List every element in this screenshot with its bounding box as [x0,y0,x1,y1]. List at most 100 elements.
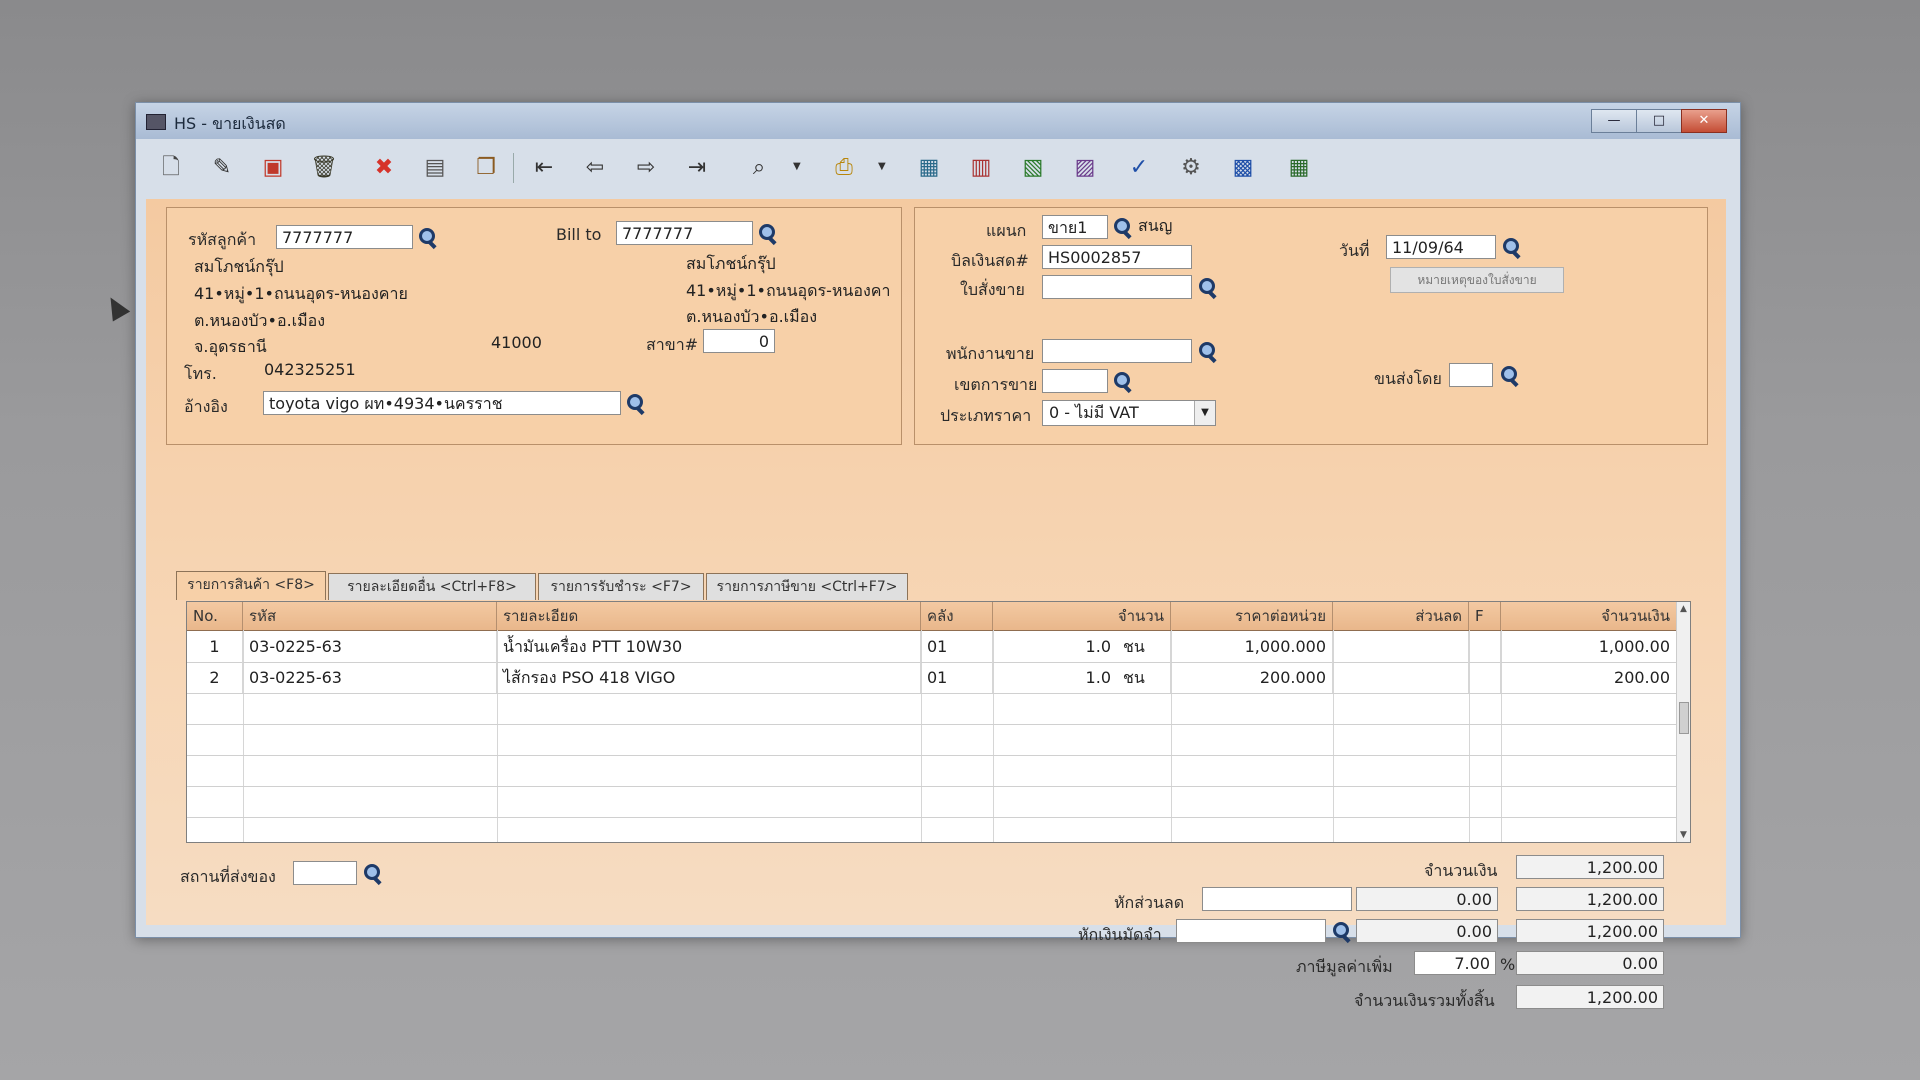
ok-document-icon[interactable]: ▩ [1225,151,1261,185]
table-row[interactable] [187,786,1677,818]
ship-place-search-icon[interactable] [361,862,383,884]
calculator-icon[interactable]: ▦ [1281,151,1317,185]
vat-percent-sign: % [1500,955,1516,974]
tab-payments[interactable]: รายการรับชำระ <F7> [538,573,704,600]
col-code[interactable]: รหัส [243,602,497,630]
cash-bill-label: บิลเงินสด# [951,251,1029,270]
date-input[interactable]: 11/09/64 [1386,235,1496,259]
branch-input[interactable]: 0 [703,329,775,353]
delete-bin-icon[interactable]: 🗑 [306,151,342,185]
print-icon[interactable]: ⎙ [826,151,862,185]
chevron-down-icon[interactable]: ▼ [1194,401,1215,425]
col-no[interactable]: No. [187,602,243,630]
amount-label: จำนวนเงิน [1424,861,1498,880]
department-name: สนญ [1138,216,1173,235]
form-icon[interactable]: ▥ [963,151,999,185]
sales-area-search-icon[interactable] [1111,370,1133,392]
sales-order-label: ใบสั่งขาย [960,280,1025,299]
reference-label: อ้างอิง [184,397,228,416]
reference-search-icon[interactable] [624,392,646,414]
vertical-scrollbar[interactable]: ▲ ▼ [1676,602,1690,842]
find-dropdown-arrow-icon[interactable]: ▼ [793,161,801,172]
next-record-icon[interactable]: ⇨ [628,151,664,185]
tools-icon[interactable]: ⚙ [1173,151,1209,185]
customer-province: จ.อุดรธานี [194,337,267,356]
tab-items[interactable]: รายการสินค้า <F8> [176,571,326,600]
table-row[interactable]: 2 03-0225-63 ไส้กรอง PSO 418 VIGO 01 1.0… [187,662,1677,694]
close-button[interactable]: ✕ [1681,109,1727,133]
bill-to-label: Bill to [556,225,602,244]
department-input[interactable]: ขาย1 [1042,215,1108,239]
scroll-up-icon[interactable]: ▲ [1677,604,1690,614]
salesman-search-icon[interactable] [1196,340,1218,362]
salesman-input[interactable] [1042,339,1192,363]
print-dropdown-arrow-icon[interactable]: ▼ [878,161,886,172]
copy-icon[interactable]: ❐ [468,151,504,185]
row-code: 03-0225-63 [243,631,497,662]
void-icon[interactable]: ▣ [255,151,291,185]
scroll-thumb[interactable] [1679,702,1689,734]
sign-icon[interactable]: ▧ [1015,151,1051,185]
first-record-icon[interactable]: ⇤ [526,151,562,185]
table-row[interactable] [187,693,1677,725]
sales-order-note-button[interactable]: หมายเหตุของใบสั่งขาย [1390,267,1564,293]
items-table[interactable]: No. รหัส รายละเอียด คลัง จำนวน ราคาต่อหน… [186,601,1691,843]
maximize-button[interactable]: □ [1636,109,1682,133]
col-discount[interactable]: ส่วนลด [1333,602,1469,630]
vat-rate-input[interactable]: 7.00 [1414,951,1496,975]
discount-input[interactable] [1202,887,1352,911]
deposit-search-icon[interactable] [1330,920,1352,942]
shipping-by-search-icon[interactable] [1498,364,1520,386]
bill-to-search-icon[interactable] [756,222,778,244]
scroll-down-icon[interactable]: ▼ [1677,830,1690,840]
approve-icon[interactable]: ✓ [1121,151,1157,185]
row-discount [1333,662,1469,693]
mouse-cursor [101,292,131,322]
sales-order-input[interactable] [1042,275,1192,299]
col-f[interactable]: F [1469,602,1501,630]
cancel-icon[interactable]: ✖ [366,151,402,185]
row-unit: ชน [1117,662,1171,693]
previous-record-icon[interactable]: ⇦ [577,151,613,185]
date-picker-icon[interactable] [1500,236,1522,258]
price-type-select[interactable]: 0 - ไม่มี VAT ▼ [1042,400,1216,426]
edit-icon[interactable]: ✎ [204,151,240,185]
last-record-icon[interactable]: ⇥ [679,151,715,185]
ship-place-input[interactable] [293,861,357,885]
sales-area-input[interactable] [1042,369,1108,393]
save-icon[interactable]: ▤ [417,151,453,185]
bill-to-input[interactable]: 7777777 [616,221,753,245]
report-icon[interactable]: ▦ [911,151,947,185]
tab-other-details[interactable]: รายละเอียดอื่น <Ctrl+F8> [328,573,536,600]
col-unit-price[interactable]: ราคาต่อหน่วย [1171,602,1333,630]
col-quantity[interactable]: จำนวน [993,602,1171,630]
customer-code-input[interactable]: 7777777 [276,225,413,249]
table-row[interactable] [187,755,1677,787]
col-amount[interactable]: จำนวนเงิน [1501,602,1677,630]
col-warehouse[interactable]: คลัง [921,602,993,630]
new-document-icon[interactable]: 🗋 [153,151,189,185]
cash-bill-number-input[interactable]: HS0002857 [1042,245,1192,269]
tab-sales-tax[interactable]: รายการภาษีขาย <Ctrl+F7> [706,573,908,600]
shipping-by-input[interactable] [1449,363,1493,387]
customer-search-icon[interactable] [416,226,438,248]
row-unit: ชน [1117,631,1171,662]
ship-place-label: สถานที่ส่งของ [180,867,276,886]
vat-amount-value: 0.00 [1516,951,1664,975]
row-quantity: 1.0 [1085,668,1111,687]
row-description: ไส้กรอง PSO 418 VIGO [497,662,921,693]
table-row[interactable] [187,724,1677,756]
row-warehouse: 01 [921,631,993,662]
telephone-value: 042325251 [264,360,356,379]
department-search-icon[interactable] [1111,216,1133,238]
sales-order-search-icon[interactable] [1196,276,1218,298]
rejection-icon[interactable]: ▨ [1067,151,1103,185]
minimize-button[interactable]: — [1591,109,1637,133]
deposit-input[interactable] [1176,919,1326,943]
after-deposit-value: 1,200.00 [1516,919,1664,943]
find-icon[interactable]: ⌕ [741,151,777,185]
col-description[interactable]: รายละเอียด [497,602,921,630]
reference-input[interactable]: toyota vigo ผท•4934•นครราช [263,391,621,415]
row-amount: 200.00 [1501,662,1677,693]
table-row[interactable]: 1 03-0225-63 น้ำมันเครื่อง PTT 10W30 01 … [187,631,1677,663]
